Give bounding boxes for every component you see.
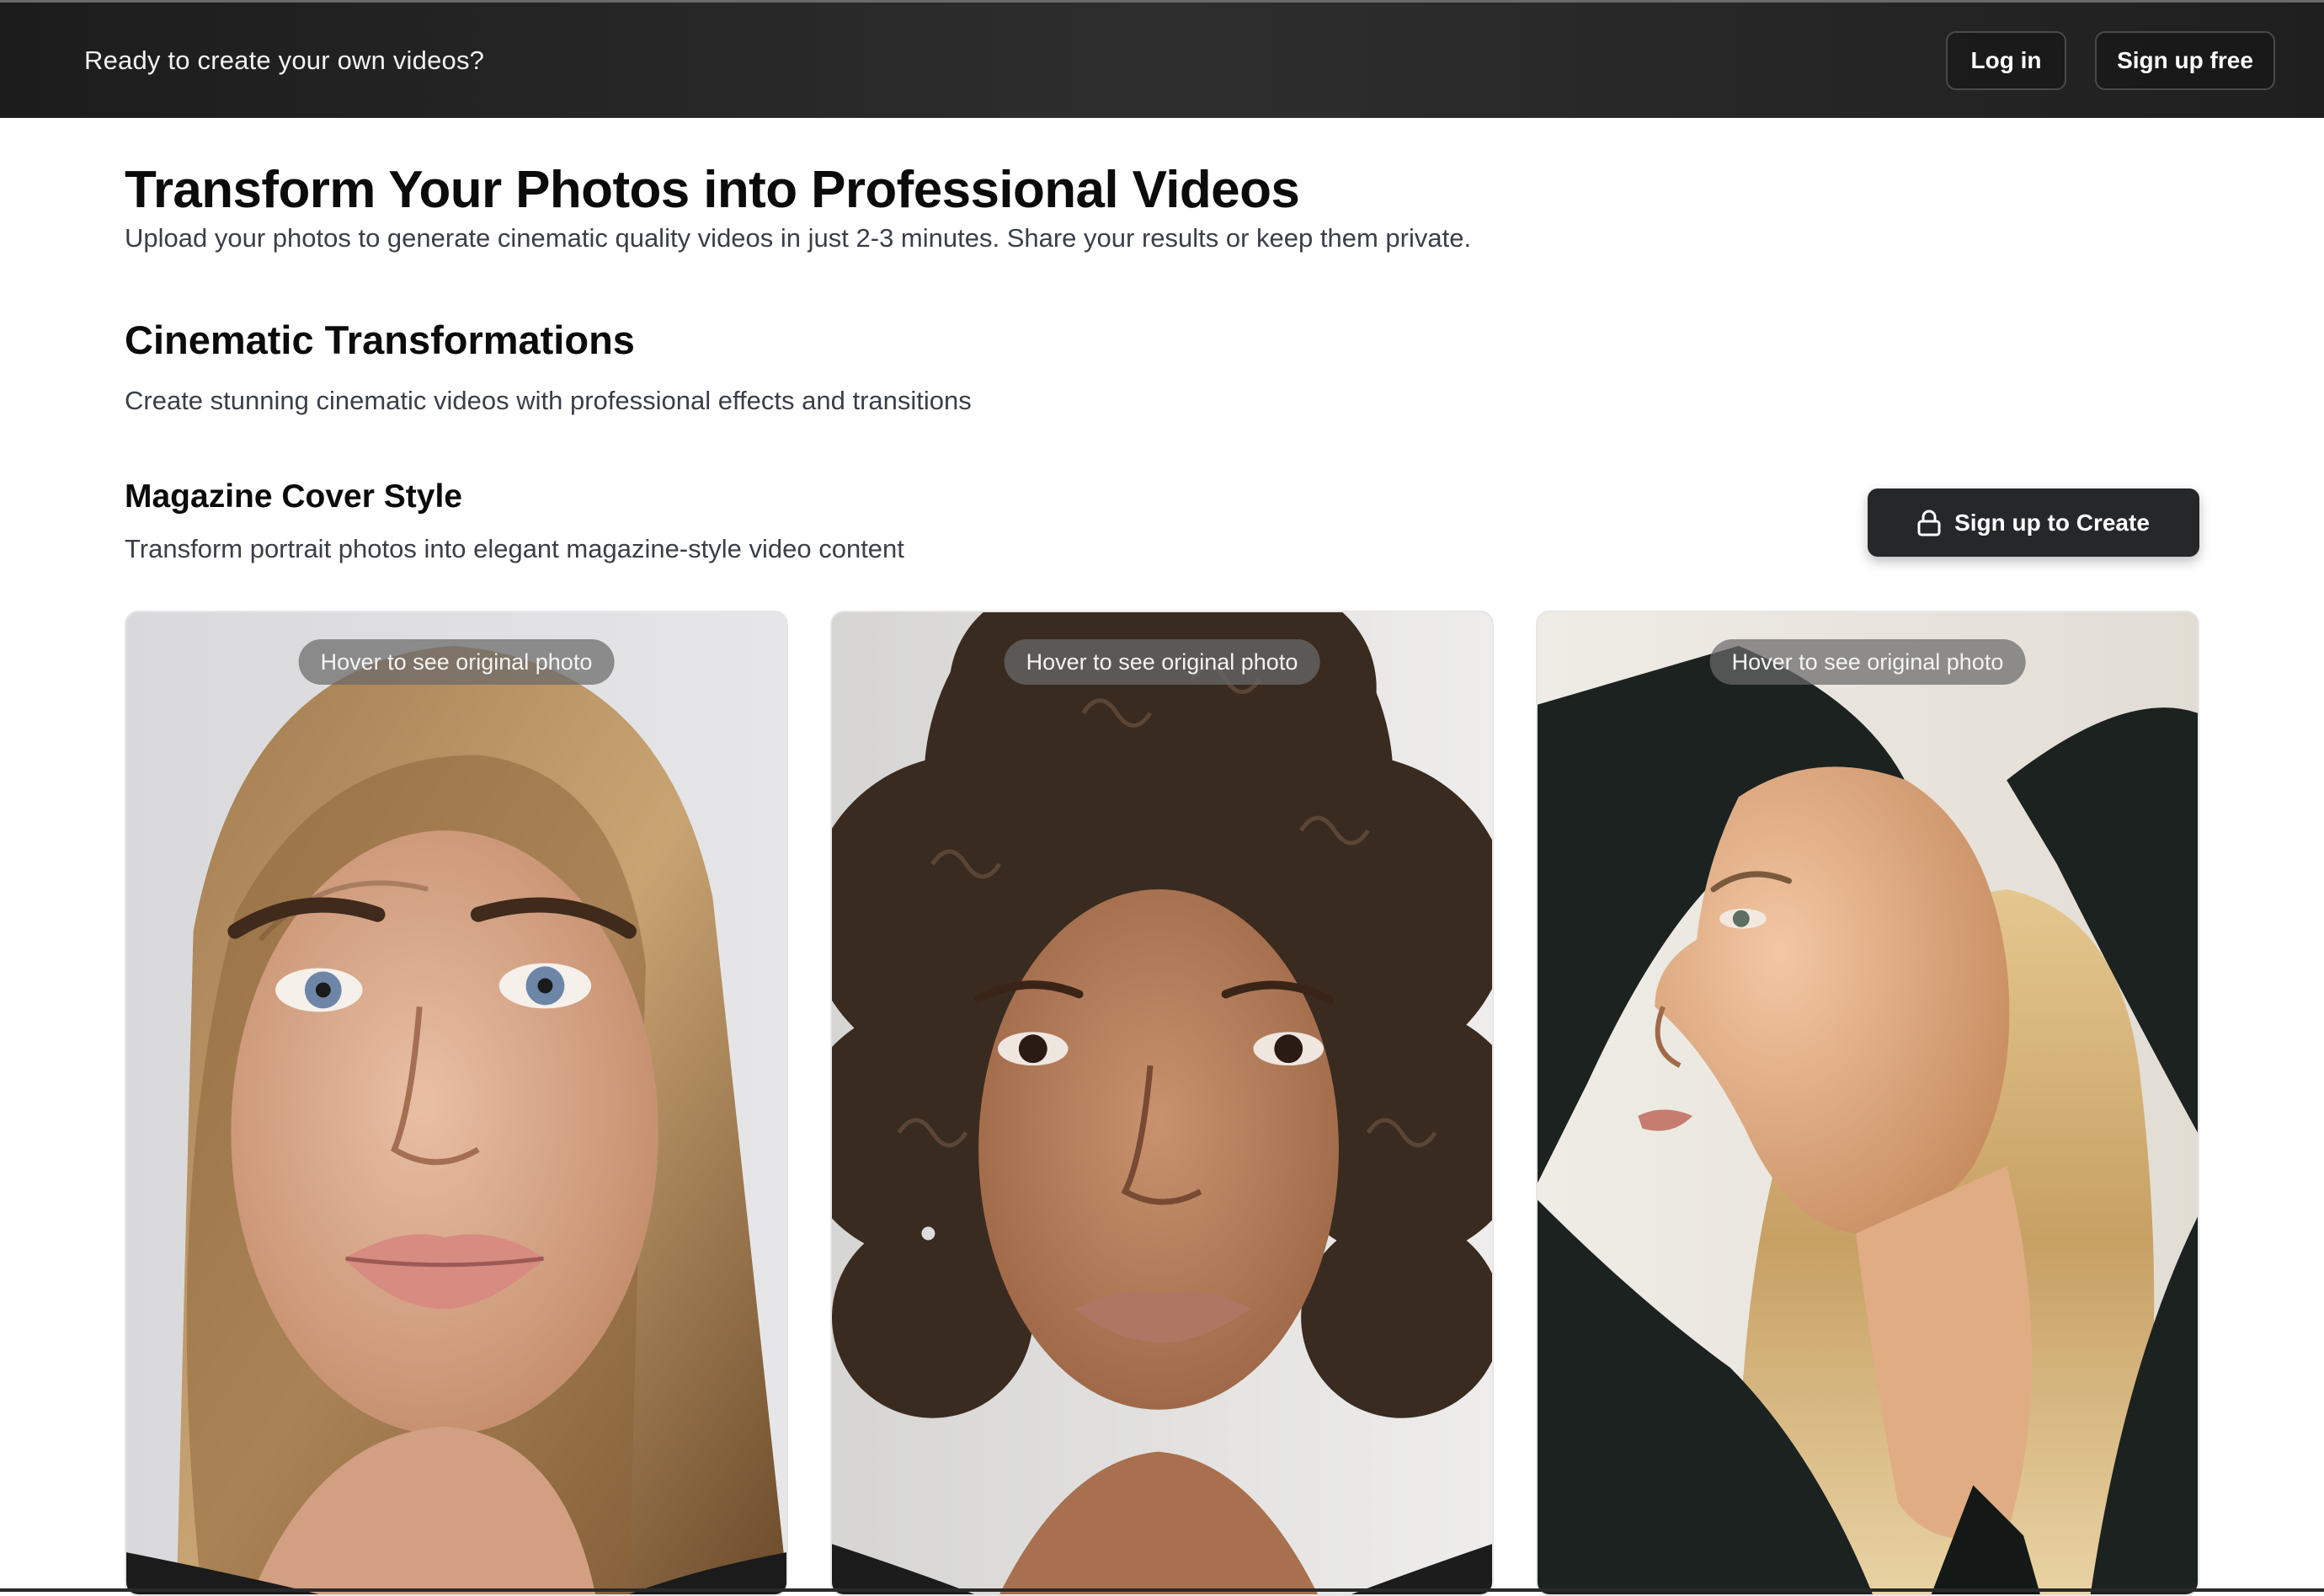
page-title: Transform Your Photos into Professional … (125, 161, 1300, 219)
example-card[interactable]: Hover to see original photo (125, 611, 788, 1596)
example-card[interactable]: Hover to see original photo (1536, 611, 2199, 1596)
section-description: Create stunning cinematic videos with pr… (125, 386, 972, 415)
portrait-image (126, 612, 786, 1594)
page-subtitle: Upload your photos to generate cinematic… (125, 223, 1472, 253)
portrait-image (1538, 612, 2198, 1594)
window-bottom-edge (0, 1588, 2324, 1592)
login-button[interactable]: Log in (1946, 30, 2066, 90)
example-card[interactable]: Hover to see original photo (830, 611, 1494, 1596)
hover-hint-label: Hover to see original photo (1709, 639, 2026, 685)
sign-up-to-create-button[interactable]: Sign up to Create (1868, 488, 2199, 557)
hover-hint-label: Hover to see original photo (1004, 639, 1320, 685)
signup-free-button[interactable]: Sign up free (2095, 30, 2275, 90)
style-description: Transform portrait photos into elegant m… (125, 534, 904, 563)
hover-hint-label: Hover to see original photo (298, 639, 615, 685)
banner-actions: Log in Sign up free (1946, 30, 2275, 90)
section-title: Cinematic Transformations (125, 318, 635, 362)
signup-banner: Ready to create your own videos? Log in … (0, 0, 2324, 118)
style-title: Magazine Cover Style (125, 478, 462, 515)
lock-icon (1917, 510, 1941, 536)
sign-up-to-create-label: Sign up to Create (1954, 509, 2150, 536)
portrait-image (832, 612, 1492, 1594)
banner-text: Ready to create your own videos? (84, 45, 485, 75)
example-gallery: Hover to see original photo Hover to see… (125, 611, 2199, 1596)
